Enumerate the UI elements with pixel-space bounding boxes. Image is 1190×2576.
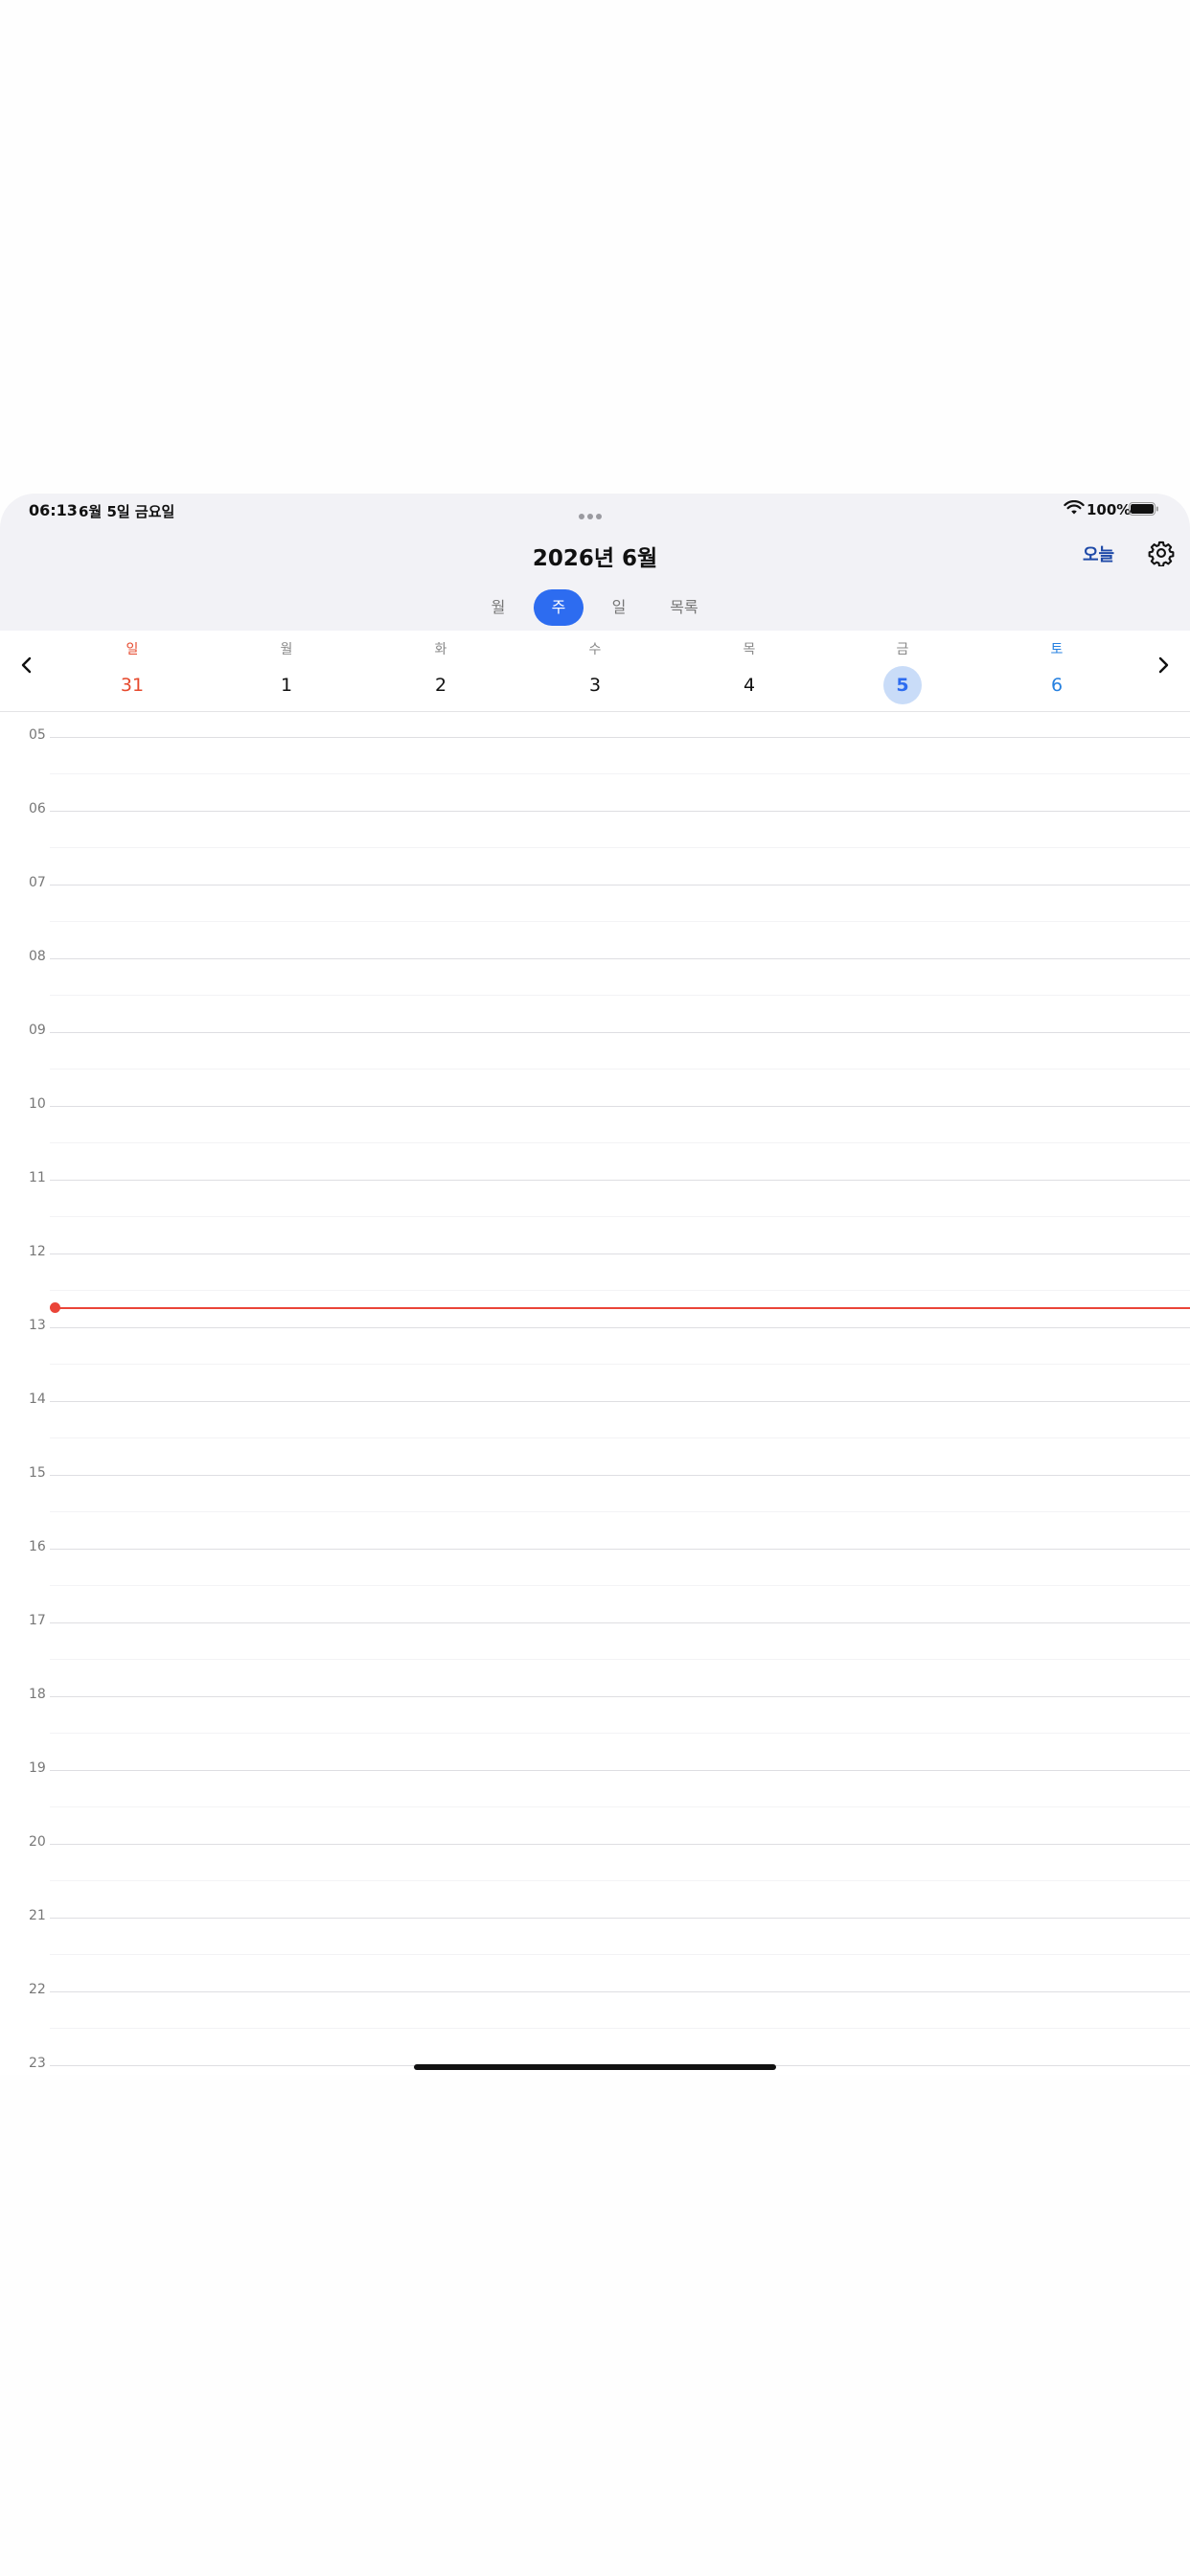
battery-percent: 100%	[1087, 501, 1132, 518]
day-column-sunday[interactable]: 일 31	[103, 631, 161, 711]
day-column-wednesday[interactable]: 수 3	[566, 631, 624, 711]
hour-row[interactable]: 17	[0, 1613, 1190, 1696]
hour-label: 11	[29, 1170, 46, 1185]
day-number: 6	[1050, 675, 1064, 696]
month-title: 2026년 6월	[532, 546, 658, 571]
day-number: 2	[434, 675, 447, 696]
hour-row[interactable]: 20	[0, 1834, 1190, 1918]
hour-label: 05	[29, 727, 46, 743]
hour-label: 22	[29, 1982, 46, 1997]
hour-row[interactable]: 22	[0, 1982, 1190, 2065]
hour-label: 10	[29, 1096, 46, 1112]
home-indicator[interactable]	[414, 2064, 776, 2070]
hour-label: 08	[29, 949, 46, 964]
day-name: 금	[896, 642, 909, 657]
hour-row[interactable]: 16	[0, 1539, 1190, 1622]
hour-row[interactable]: 12	[0, 1244, 1190, 1327]
day-number: 1	[280, 675, 293, 696]
hour-row[interactable]: 19	[0, 1760, 1190, 1844]
hour-label: 20	[29, 1834, 46, 1850]
hour-row[interactable]: 09	[0, 1023, 1190, 1106]
header-area: 06:13 6월 5일 금요일 100% 2026년 6월 오늘 월 주 일 목…	[0, 494, 1190, 631]
day-column-tuesday[interactable]: 화 2	[412, 631, 469, 711]
hour-label: 23	[29, 2056, 46, 2071]
day-name: 화	[434, 642, 447, 657]
hour-row[interactable]: 10	[0, 1096, 1190, 1180]
hour-row[interactable]: 06	[0, 801, 1190, 885]
wifi-icon	[1064, 500, 1085, 515]
tab-list[interactable]: 목록	[659, 589, 709, 626]
day-name: 목	[743, 642, 756, 657]
today-button[interactable]: 오늘	[1083, 541, 1114, 566]
day-name: 월	[280, 642, 293, 657]
hour-label: 07	[29, 875, 46, 890]
day-name: 수	[588, 642, 602, 657]
hour-label: 14	[29, 1392, 46, 1407]
day-column-friday[interactable]: 금 5	[874, 631, 931, 711]
multitasking-dots-icon[interactable]	[579, 505, 607, 519]
day-column-monday[interactable]: 월 1	[258, 631, 315, 711]
hour-label: 09	[29, 1023, 46, 1038]
hour-row[interactable]: 13	[0, 1318, 1190, 1401]
time-grid[interactable]: 05 06 07 08 09 10 11 12 13 14 15 16 17 1…	[0, 712, 1190, 2075]
hour-row[interactable]: 08	[0, 949, 1190, 1032]
day-column-saturday[interactable]: 토 6	[1028, 631, 1086, 711]
hour-row[interactable]: 18	[0, 1687, 1190, 1770]
hour-row[interactable]: 05	[0, 727, 1190, 811]
hour-row[interactable]: 11	[0, 1170, 1190, 1254]
hour-row[interactable]: 07	[0, 875, 1190, 958]
week-header: 일 31 월 1 화 2 수 3 목 4 금 5 토 6	[0, 631, 1190, 712]
hour-row[interactable]: 15	[0, 1465, 1190, 1549]
day-column-thursday[interactable]: 목 4	[721, 631, 778, 711]
status-date: 6월 5일 금요일	[79, 503, 175, 520]
day-number: 3	[588, 675, 602, 696]
day-number: 4	[743, 675, 756, 696]
hour-label: 18	[29, 1687, 46, 1702]
chevron-left-icon[interactable]	[13, 652, 40, 678]
day-number-selected: 5	[883, 666, 922, 704]
hour-row[interactable]: 14	[0, 1392, 1190, 1475]
hour-label: 15	[29, 1465, 46, 1481]
battery-full-icon	[1129, 502, 1158, 516]
day-name: 일	[126, 642, 139, 657]
gear-icon[interactable]	[1148, 540, 1175, 566]
hour-label: 12	[29, 1244, 46, 1259]
hour-row[interactable]: 21	[0, 1908, 1190, 1991]
day-number: 31	[120, 675, 145, 696]
tab-month[interactable]: 월	[479, 589, 517, 626]
hour-label: 16	[29, 1539, 46, 1554]
hour-label: 21	[29, 1908, 46, 1923]
hour-label: 17	[29, 1613, 46, 1628]
hour-label: 19	[29, 1760, 46, 1776]
tab-day[interactable]: 일	[600, 589, 638, 626]
chevron-right-icon[interactable]	[1150, 652, 1177, 678]
hour-label: 13	[29, 1318, 46, 1333]
calendar-app: 06:13 6월 5일 금요일 100% 2026년 6월 오늘 월 주 일 목…	[0, 494, 1190, 2075]
status-time: 06:13	[29, 501, 78, 519]
current-time-indicator	[56, 1307, 1190, 1309]
hour-label: 06	[29, 801, 46, 816]
day-name: 토	[1050, 642, 1064, 657]
tab-week[interactable]: 주	[534, 589, 584, 626]
